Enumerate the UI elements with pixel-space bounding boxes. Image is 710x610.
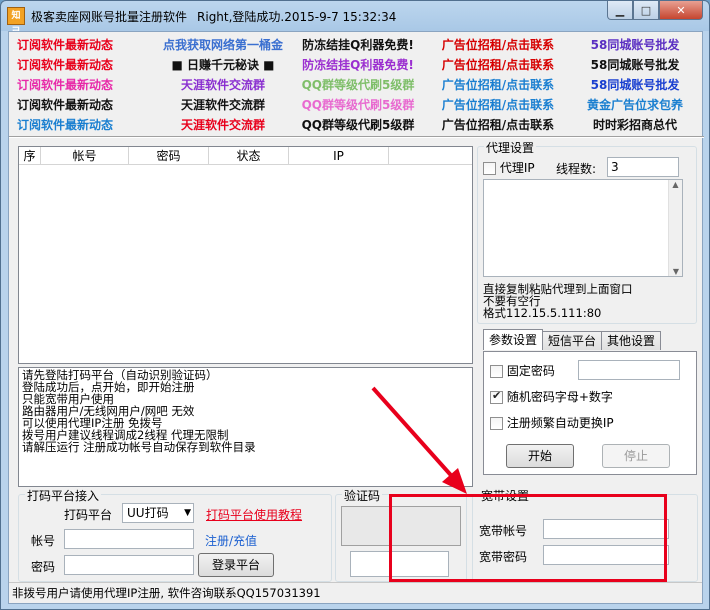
- ad-row: 订阅软件最新动态 天涯软件交流群 QQ群等级代刷5级群 广告位招租/点击联系 58同城账…: [17, 74, 697, 94]
- login-status-title: Right,登陆成功.2015-9-7 15:32:34: [197, 10, 397, 24]
- tab-other-settings[interactable]: 其他设置: [601, 331, 662, 350]
- proxy-ip-checkbox-row[interactable]: 代理IP: [483, 159, 535, 176]
- ad-link[interactable]: 广告位招租/点击联系: [423, 96, 573, 113]
- scroll-up-icon[interactable]: ▲: [669, 180, 682, 189]
- scroll-down-icon[interactable]: ▼: [669, 267, 683, 276]
- app-title: 极客卖座网账号批量注册软件: [31, 10, 188, 24]
- ad-link[interactable]: 58同城账号批发: [573, 36, 697, 53]
- ad-link[interactable]: 天涯软件交流群: [153, 96, 293, 113]
- ad-link[interactable]: 广告位招租/点击联系: [423, 36, 573, 53]
- app-icon: 知己: [7, 7, 25, 37]
- captcha-password-input[interactable]: [64, 555, 194, 575]
- captcha-platform-label: 打码平台接入: [25, 487, 102, 504]
- tab-sms-platform[interactable]: 短信平台: [542, 331, 603, 350]
- settings-tabs: 参数设置 短信平台 其他设置: [483, 329, 662, 350]
- ad-row: 订阅软件最新动态 天涯软件交流群 QQ群等级代刷5级群 广告位招租/点击联系 黄金广告位…: [17, 94, 697, 114]
- column-header[interactable]: IP: [289, 147, 389, 164]
- chevron-down-icon: ▼: [184, 508, 191, 518]
- ad-link[interactable]: 点我获取网络第一桶金: [153, 36, 293, 53]
- fixed-password-label: 固定密码: [506, 364, 555, 378]
- minimize-icon: ▁: [615, 3, 625, 17]
- ad-link[interactable]: 58同城账号批发: [573, 76, 697, 93]
- tutorial-link[interactable]: 打码平台使用教程: [206, 506, 302, 523]
- tab-params[interactable]: 参数设置: [483, 329, 544, 350]
- ad-row: 订阅软件最新动态 点我获取网络第一桶金 防冻结挂Q利器免费! 广告位招租/点击联系 58…: [17, 34, 697, 54]
- ad-link[interactable]: 时时彩招商总代: [573, 116, 697, 133]
- ad-link[interactable]: 天涯软件交流群: [153, 76, 293, 93]
- params-panel: 固定密码 随机密码字母+数字 注册频繁自动更换IP 开始 停止: [483, 351, 697, 475]
- column-header[interactable]: 帐号: [41, 147, 129, 164]
- ad-link[interactable]: 防冻结挂Q利器免费!: [293, 56, 423, 73]
- ad-link[interactable]: 广告位招租/点击联系: [423, 116, 573, 133]
- window-title: 极客卖座网账号批量注册软件 Right,登陆成功.2015-9-7 15:32:3…: [31, 8, 406, 25]
- ad-link[interactable]: 订阅软件最新动态: [17, 36, 153, 53]
- login-platform-button[interactable]: 登录平台: [198, 553, 274, 577]
- proxy-settings-label: 代理设置: [484, 139, 537, 156]
- proxy-hint: 直接复制粘贴代理到上面窗口 不要有空行 格式112.15.5.111:80: [483, 283, 633, 319]
- account-list-header: 序帐号 密码 状态 IP: [19, 147, 472, 165]
- platform-label: 打码平台: [64, 508, 113, 522]
- ad-link[interactable]: QQ群等级代刷5级群: [293, 76, 423, 93]
- random-password-row[interactable]: 随机密码字母+数字: [490, 388, 613, 405]
- threads-input[interactable]: 3: [607, 157, 679, 177]
- maximize-button[interactable]: □: [633, 1, 659, 20]
- ad-link[interactable]: 广告位招租/点击联系: [423, 76, 573, 93]
- close-icon: ✕: [676, 3, 686, 17]
- ad-separator: [9, 136, 704, 138]
- random-password-checkbox[interactable]: [490, 389, 503, 404]
- ad-link-grid: 订阅软件最新动态 点我获取网络第一桶金 防冻结挂Q利器免费! 广告位招租/点击联系 58…: [17, 34, 697, 134]
- ad-link[interactable]: 广告位招租/点击联系: [423, 56, 573, 73]
- ad-link[interactable]: QQ群等级代刷5级群: [293, 116, 423, 133]
- captcha-account-label: 帐号: [31, 534, 56, 548]
- proxy-list-scrollbar[interactable]: ▲ ▼: [668, 180, 682, 276]
- maximize-icon: □: [640, 3, 652, 17]
- ad-link[interactable]: 订阅软件最新动态: [17, 96, 153, 113]
- highlight-box: [389, 494, 667, 582]
- captcha-password-label: 密码: [31, 560, 56, 574]
- column-header[interactable]: 状态: [209, 147, 289, 164]
- client-area: 订阅软件最新动态 点我获取网络第一桶金 防冻结挂Q利器免费! 广告位招租/点击联系 58…: [8, 31, 704, 604]
- verify-code-label: 验证码: [342, 487, 383, 504]
- ad-link[interactable]: 黄金广告位求包养: [573, 96, 697, 113]
- random-password-label: 随机密码字母+数字: [506, 390, 613, 404]
- ad-row: 订阅软件最新动态 ■ 日赚千元秘诀 ■ 防冻结挂Q利器免费! 广告位招租/点击联系 58…: [17, 54, 697, 74]
- info-log[interactable]: 请先登陆打码平台（自动识别验证码） 登陆成功后，点开始，即开始注册 只能宽带用户使用…: [18, 367, 473, 487]
- close-button[interactable]: ✕: [659, 1, 703, 20]
- platform-select-value: UU打码: [127, 506, 169, 520]
- ad-link[interactable]: QQ群等级代刷5级群: [293, 96, 423, 113]
- register-recharge-link[interactable]: 注册/充值: [205, 532, 257, 549]
- proxy-list-textarea[interactable]: ▲ ▼: [483, 179, 683, 277]
- fixed-password-row[interactable]: 固定密码: [490, 362, 555, 379]
- ad-link[interactable]: 订阅软件最新动态: [17, 56, 153, 73]
- ad-link[interactable]: 防冻结挂Q利器免费!: [293, 36, 423, 53]
- fixed-password-input[interactable]: [578, 360, 680, 380]
- auto-change-ip-checkbox[interactable]: [490, 417, 503, 430]
- fixed-password-checkbox[interactable]: [490, 365, 503, 378]
- log-line: 请解压运行 注册成功帐号自动保存到软件目录: [22, 440, 256, 454]
- platform-select[interactable]: UU打码 ▼: [122, 503, 194, 523]
- stop-button[interactable]: 停止: [602, 444, 670, 468]
- auto-change-ip-label: 注册频繁自动更换IP: [506, 416, 614, 430]
- ad-link[interactable]: 订阅软件最新动态: [17, 76, 153, 93]
- ad-link[interactable]: 58同城账号批发: [573, 56, 697, 73]
- proxy-ip-checkbox[interactable]: [483, 162, 496, 175]
- captcha-account-input[interactable]: [64, 529, 194, 549]
- proxy-ip-label: 代理IP: [499, 161, 535, 175]
- proxy-hint-line: 格式112.15.5.111:80: [483, 306, 602, 320]
- status-bar: 非拨号用户请使用代理IP注册, 软件咨询联系QQ157031391: [9, 582, 702, 603]
- ad-link[interactable]: 订阅软件最新动态: [17, 116, 153, 133]
- threads-label: 线程数:: [556, 162, 597, 176]
- account-list[interactable]: 序帐号 密码 状态 IP: [18, 146, 473, 364]
- auto-change-ip-row[interactable]: 注册频繁自动更换IP: [490, 414, 614, 431]
- column-header[interactable]: 密码: [129, 147, 209, 164]
- minimize-button[interactable]: ▁: [607, 1, 633, 20]
- title-bar[interactable]: 知己 极客卖座网账号批量注册软件 Right,登陆成功.2015-9-7 15:3…: [1, 1, 709, 37]
- ad-link[interactable]: 天涯软件交流群: [153, 116, 293, 133]
- start-button[interactable]: 开始: [506, 444, 574, 468]
- main-window: 知己 极客卖座网账号批量注册软件 Right,登陆成功.2015-9-7 15:3…: [0, 0, 710, 610]
- ad-link[interactable]: ■ 日赚千元秘诀 ■: [153, 56, 293, 73]
- column-header[interactable]: 序: [19, 147, 41, 164]
- ad-row: 订阅软件最新动态 天涯软件交流群 QQ群等级代刷5级群 广告位招租/点击联系 时时彩招商…: [17, 114, 697, 134]
